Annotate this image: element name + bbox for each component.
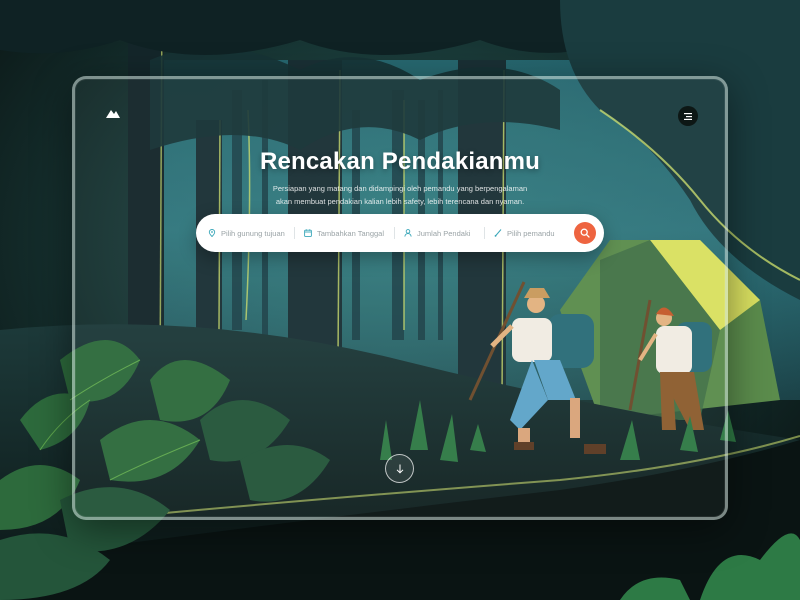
hiker-count-field-label: Jumlah Pendaki: [417, 228, 471, 238]
trip-search-bar: Pilih gunung tujuan Tambahkan Tanggal Ju…: [196, 214, 604, 252]
hamburger-menu-button[interactable]: [678, 106, 698, 126]
destination-field[interactable]: Pilih gunung tujuan: [208, 225, 285, 241]
hero-title: Rencakan Pendakianmu: [259, 148, 541, 175]
location-pin-icon: [208, 229, 216, 237]
guide-field[interactable]: Pilih pemandu: [494, 225, 555, 241]
hiking-pole-icon: [494, 229, 502, 237]
date-field[interactable]: Tambahkan Tanggal: [304, 225, 384, 241]
date-field-label: Tambahkan Tanggal: [317, 228, 384, 238]
search-icon: [580, 228, 590, 238]
divider: [394, 227, 395, 239]
guide-field-label: Pilih pemandu: [507, 228, 555, 238]
hero-subtitle: Persiapan yang matang dan didampingi ole…: [272, 184, 528, 206]
menu-icon: [684, 112, 692, 120]
calendar-icon: [304, 229, 312, 237]
arrow-down-icon: [396, 464, 403, 474]
user-icon: [404, 229, 412, 237]
divider: [484, 227, 485, 239]
search-button[interactable]: [574, 222, 596, 244]
destination-field-label: Pilih gunung tujuan: [221, 228, 285, 238]
scroll-down-button[interactable]: [385, 454, 414, 483]
divider: [294, 227, 295, 239]
mountain-logo-icon[interactable]: [106, 108, 120, 118]
hiker-count-field[interactable]: Jumlah Pendaki: [404, 225, 470, 241]
